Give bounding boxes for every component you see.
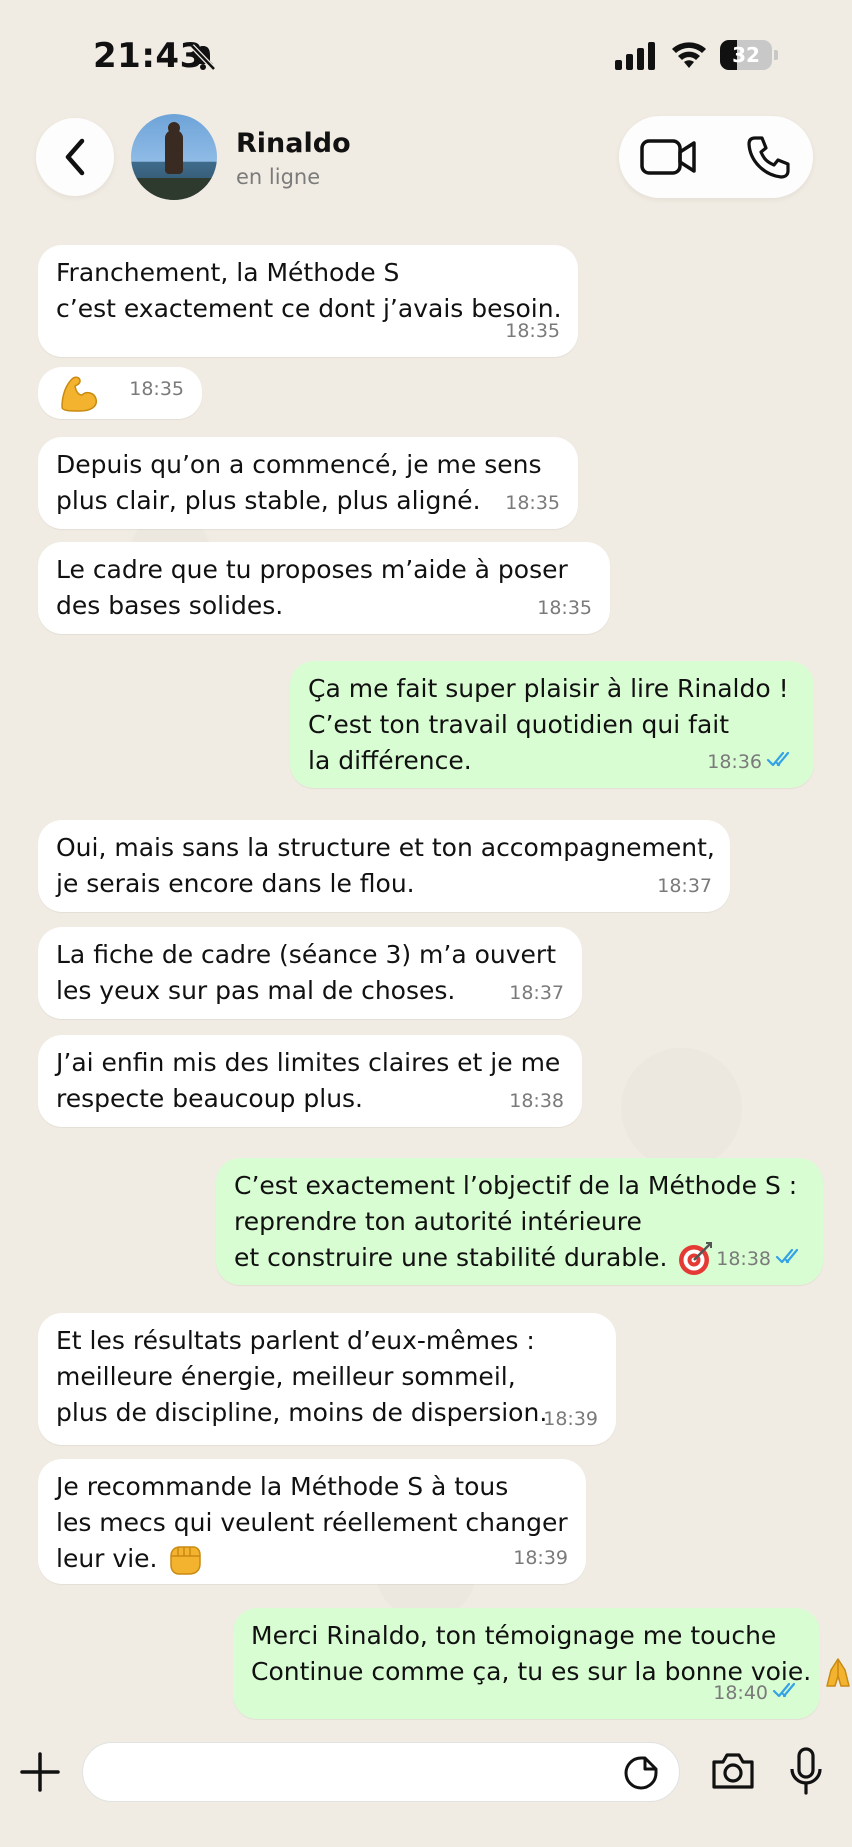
message-timestamp: 18:37 (657, 875, 712, 897)
message-timestamp: 18:38 (509, 1090, 564, 1112)
message-text-content: Et les résultats parlent d’eux-mêmes : m… (56, 1326, 548, 1427)
message-meta: 18:35 (505, 313, 560, 349)
message-meta: 18:37 (509, 975, 564, 1011)
message-timestamp: 18:36 (707, 751, 762, 773)
outgoing-message[interactable]: Ça me fait super plaisir à lire Rinaldo … (290, 661, 814, 788)
message-text: La fiche de cadre (séance 3) m’a ouvert … (56, 937, 556, 1009)
message-text: Le cadre que tu proposes m’aide à poser … (56, 552, 568, 624)
incoming-message[interactable]: Depuis qu’on a commencé, je me sens plus… (38, 437, 578, 529)
outgoing-message[interactable]: C’est exactement l’objectif de la Méthod… (216, 1158, 823, 1285)
incoming-message[interactable]: J’ai enfin mis des limites claires et je… (38, 1035, 582, 1127)
sticker-icon[interactable] (623, 1755, 659, 1791)
chevron-left-icon (65, 138, 85, 176)
flexed-biceps-emoji-wrap (56, 376, 100, 412)
call-actions (619, 116, 813, 198)
battery-indicator: 32 (720, 40, 778, 70)
read-receipt (766, 744, 796, 780)
status-bar: 21:43 32 (0, 0, 852, 110)
message-text: Depuis qu’on a commencé, je me sens plus… (56, 447, 542, 519)
wifi-icon (672, 42, 706, 68)
message-text: J’ai enfin mis des limites claires et je… (56, 1045, 560, 1117)
incoming-message[interactable]: Je recommande la Méthode S à tous les me… (38, 1459, 586, 1584)
read-receipt (772, 1675, 802, 1711)
message-meta: 18:36 (707, 744, 796, 780)
message-text-content: Franchement, la Méthode S c’est exacteme… (56, 258, 562, 323)
message-text-content: J’ai enfin mis des limites claires et je… (56, 1048, 561, 1113)
incoming-message[interactable]: Le cadre que tu proposes m’aide à poser … (38, 542, 610, 634)
back-button[interactable] (36, 118, 114, 196)
message-meta: 18:35 (129, 371, 184, 407)
direct-hit-emoji (679, 1242, 713, 1275)
message-meta: 18:40 (713, 1675, 802, 1711)
message-text: C’est exactement l’objectif de la Méthod… (234, 1168, 797, 1277)
message-text-content: Depuis qu’on a commencé, je me sens plus… (56, 450, 542, 515)
message-timestamp: 18:39 (543, 1408, 598, 1430)
message-timestamp: 18:39 (513, 1547, 568, 1569)
battery-percent: 32 (732, 43, 760, 67)
signal-icon (615, 42, 655, 70)
contact-avatar[interactable] (131, 114, 217, 200)
contact-status: en ligne (236, 165, 321, 189)
message-meta: 18:39 (543, 1401, 598, 1437)
message-text: Franchement, la Méthode S c’est exacteme… (56, 255, 562, 327)
folded-hands-emoji-wrap (821, 1657, 852, 1687)
read-receipt-icon (775, 1248, 799, 1264)
message-text: Je recommande la Méthode S à tous les me… (56, 1469, 568, 1578)
plus-icon[interactable] (18, 1750, 62, 1794)
message-text: Et les résultats parlent d’eux-mêmes : m… (56, 1323, 547, 1431)
message-timestamp: 18:37 (509, 982, 564, 1004)
folded-hands-emoji (826, 1658, 850, 1687)
read-receipt-icon (772, 1682, 796, 1698)
message-text-content: La fiche de cadre (séance 3) m’a ouvert … (56, 940, 557, 1005)
message-timestamp: 18:35 (129, 378, 184, 400)
message-meta: 18:38 (716, 1241, 805, 1277)
incoming-message[interactable]: La fiche de cadre (séance 3) m’a ouvert … (38, 927, 582, 1019)
read-receipt (775, 1241, 805, 1277)
outgoing-message[interactable]: Merci Rinaldo, ton témoignage me touche … (233, 1608, 850, 1719)
message-input[interactable] (103, 1743, 607, 1803)
message-timestamp: 18:35 (505, 492, 560, 514)
read-receipt-icon (766, 751, 790, 767)
bell-muted-icon (190, 44, 216, 71)
direct-hit-emoji-wrap (677, 1242, 713, 1275)
contact-name[interactable]: Rinaldo (236, 128, 351, 159)
message-text (56, 371, 100, 415)
message-meta: 18:37 (657, 868, 712, 904)
incoming-message[interactable]: 18:35 (38, 367, 202, 419)
message-timestamp: 18:35 (505, 320, 560, 342)
flexed-biceps-emoji (61, 376, 98, 412)
message-meta: 18:39 (513, 1540, 568, 1576)
message-text: Oui, mais sans la structure et ton accom… (56, 830, 715, 902)
message-text-content: Le cadre que tu proposes m’aide à poser … (56, 555, 568, 620)
incoming-message[interactable]: Oui, mais sans la structure et ton accom… (38, 820, 730, 912)
incoming-message[interactable]: Et les résultats parlent d’eux-mêmes : m… (38, 1313, 616, 1445)
message-timestamp: 18:35 (537, 597, 592, 619)
oncoming-fist-emoji-wrap (167, 1544, 203, 1575)
message-meta: 18:35 (537, 590, 592, 626)
message-meta: 18:35 (505, 485, 560, 521)
incoming-message[interactable]: Franchement, la Méthode S c’est exacteme… (38, 245, 578, 357)
video-call-icon[interactable] (639, 134, 699, 180)
oncoming-fist-emoji (170, 1546, 202, 1575)
message-timestamp: 18:38 (716, 1248, 771, 1270)
message-meta: 18:38 (509, 1083, 564, 1119)
camera-icon[interactable] (710, 1750, 756, 1792)
message-text-content: Oui, mais sans la structure et ton accom… (56, 833, 715, 898)
microphone-icon[interactable] (788, 1746, 824, 1796)
message-text-content: Je recommande la Méthode S à tous les me… (56, 1472, 568, 1573)
message-timestamp: 18:40 (713, 1682, 768, 1704)
message-input-field[interactable] (82, 1742, 680, 1803)
phone-icon[interactable] (745, 134, 791, 180)
